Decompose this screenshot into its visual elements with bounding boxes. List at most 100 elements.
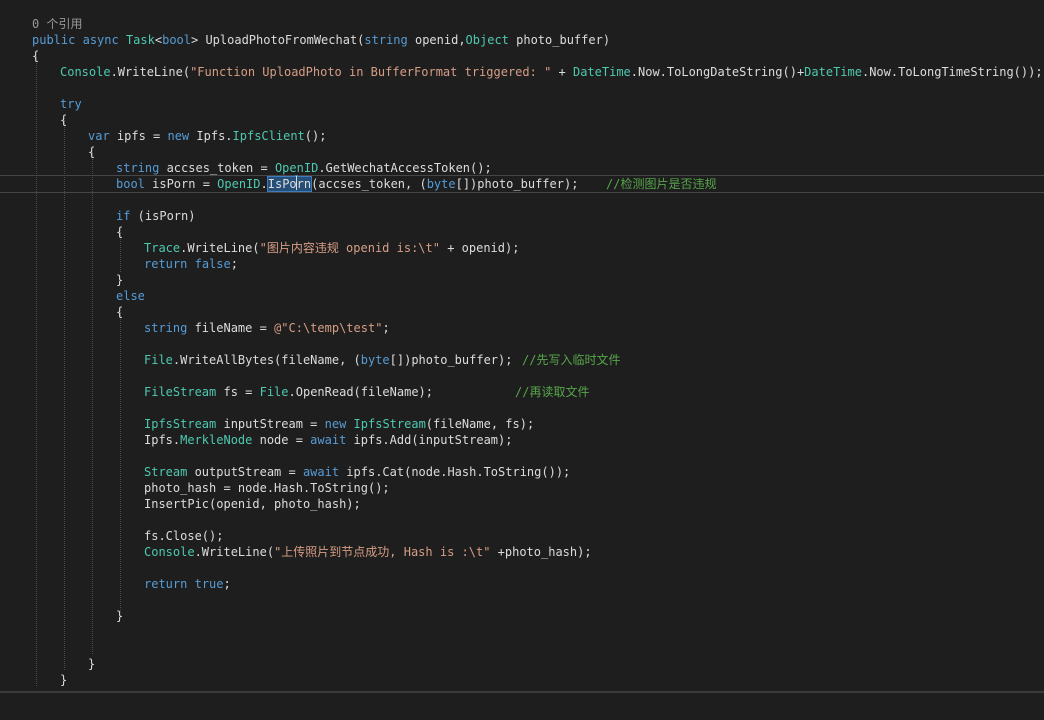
ctor-call: (); — [304, 129, 327, 143]
add-call: ipfs.Add(inputStream); — [346, 433, 513, 447]
type-task: Task — [125, 33, 155, 47]
type-filestream: FileStream — [144, 385, 217, 399]
type-file: File — [259, 385, 289, 399]
code-editor[interactable]: 0 个引用 public async Task<bool> UploadPhot… — [0, 0, 1044, 693]
keyword-string: string — [116, 161, 160, 175]
code-line-else: else — [0, 288, 1044, 304]
code-line-return-false: return false; — [0, 256, 1044, 272]
type-datetime: DateTime — [572, 65, 631, 79]
keyword-return: return — [144, 577, 188, 591]
type-stream: Stream — [144, 465, 188, 479]
brace-open: { — [116, 305, 124, 319]
brace-close: } — [116, 273, 124, 287]
type-openid: OpenID — [217, 177, 261, 191]
writeline-call: .WriteLine( — [110, 65, 191, 79]
keyword-await: await — [310, 433, 347, 447]
code-line-insert-pic: InsertPic(openid, photo_hash); — [0, 496, 1044, 512]
code-line-brace-open: { — [0, 224, 1044, 240]
filename-declaration: string fileName = @"C:\temp\test"; — [144, 320, 390, 336]
type-console: Console — [60, 65, 111, 79]
get-token-call: .GetWechatAccessToken(); — [318, 161, 492, 175]
code-line-access-token: string accses_token = OpenID.GetWechatAc… — [0, 160, 1044, 176]
brace-close: } — [60, 673, 68, 687]
namespace-ipfs: Ipfs. — [144, 433, 181, 447]
code-line-ipfsstream: IpfsStream inputStream = new IpfsStream(… — [0, 416, 1044, 432]
code-line-fs-close: fs.Close(); — [0, 528, 1044, 544]
success-end: +photo_hash); — [490, 545, 592, 559]
return-false-statement: return false; — [144, 256, 238, 272]
keyword-byte: byte — [426, 177, 456, 191]
code-line-isporn-current[interactable]: bool isPorn = OpenID.IsPorn(accses_token… — [0, 175, 1044, 193]
type-openid: OpenID — [274, 161, 319, 175]
ipfs-declaration: var ipfs = new Ipfs.IpfsClient(); — [88, 128, 326, 144]
code-line-brace-close: } — [0, 608, 1044, 624]
writeline-call: .WriteLine( — [180, 241, 260, 255]
type-merklenode: MerkleNode — [180, 433, 253, 447]
outputstream-assign: outputStream = — [187, 465, 303, 479]
code-line-output-stream: Stream outputStream = await ipfs.Cat(nod… — [0, 464, 1044, 480]
code-line-filestream: FileStream fs = File.OpenRead(fileName);… — [0, 384, 1044, 400]
reference-count[interactable]: 0 个引用 — [32, 16, 82, 32]
namespace-ipfs: Ipfs. — [189, 129, 233, 143]
code-line-merkle-node: Ipfs.MerkleNode node = await ipfs.Add(in… — [0, 432, 1044, 448]
writeline-call: .WriteLine( — [194, 545, 275, 559]
code-line-brace-close: } — [0, 672, 1044, 688]
type-ipfsclient: IpfsClient — [232, 129, 305, 143]
date-call: .Now.ToLongDateString()+ — [630, 65, 805, 79]
semicolon: ; — [230, 257, 238, 271]
hash-assignment: photo_hash = node.Hash.ToString(); — [144, 481, 390, 495]
code-line-photo-hash: photo_hash = node.Hash.ToString(); — [0, 480, 1044, 496]
keyword-new: new — [167, 129, 190, 143]
comment-read-file: //再读取文件 — [515, 385, 590, 399]
brace-open: { — [60, 113, 68, 127]
openread-call: .OpenRead(fileName); — [288, 385, 434, 399]
keyword-string: string — [364, 33, 408, 47]
keyword-var: var — [88, 129, 110, 143]
type-trace: Trace — [144, 241, 181, 255]
string-literal: "图片内容违规 openid is:\t" — [259, 241, 440, 255]
stream-declaration: Stream outputStream = await ipfs.Cat(nod… — [144, 464, 570, 480]
keyword-false: false — [194, 257, 231, 271]
isporn-args-end: [])photo_buffer); — [455, 177, 579, 191]
keyword-byte: byte — [360, 353, 390, 367]
code-line-brace-close: } — [0, 272, 1044, 288]
code-line-brace-open: { — [0, 48, 1044, 64]
brace-open: { — [32, 49, 40, 63]
code-line-try: try — [0, 96, 1044, 112]
fs-close-call: fs.Close(); — [144, 529, 224, 543]
write-end: [])photo_buffer); — [389, 353, 513, 367]
string-literal: "Function UploadPhoto in BufferFormat tr… — [190, 65, 552, 79]
highlighted-method-name[interactable]: IsPorn — [266, 176, 313, 192]
string-literal: @"C:\temp\test" — [274, 321, 383, 335]
isporn-args: (accses_token, ( — [311, 177, 427, 191]
code-line-brace-open: { — [0, 112, 1044, 128]
code-line-success-writeline: Console.WriteLine("上传照片到节点成功, Hash is :\… — [0, 544, 1044, 560]
keyword-async: async — [82, 33, 119, 47]
keyword-string: string — [144, 321, 188, 335]
if-condition: (isPorn) — [130, 209, 196, 223]
filename-assign: fileName = — [187, 321, 275, 335]
type-file: File — [144, 353, 173, 367]
keyword-await: await — [302, 465, 340, 479]
code-line-return-true: return true; — [0, 576, 1044, 592]
code-lens-references[interactable]: 0 个引用 — [0, 16, 1044, 32]
keyword-bool: bool — [116, 177, 145, 191]
param-photo-buffer: photo_buffer) — [508, 33, 611, 47]
code-line-brace-open: { — [0, 144, 1044, 160]
ctor-args: (fileName, fs); — [425, 417, 535, 431]
isporn-declaration: bool isPorn = OpenID.IsPorn(accses_token… — [116, 176, 578, 192]
node-assign: node = — [252, 433, 311, 447]
method-name: > UploadPhotoFromWechat( — [191, 33, 365, 47]
write-statement: File.WriteAllBytes(fileName, (byte[])pho… — [144, 352, 512, 368]
code-line-console-writeline: Console.WriteLine("Function UploadPhoto … — [0, 64, 1044, 80]
token-declaration: string accses_token = OpenID.GetWechatAc… — [116, 160, 492, 176]
type-object: Object — [465, 33, 509, 47]
type-ipfsstream: IpfsStream — [144, 417, 217, 431]
time-call: .Now.ToLongTimeString()); — [861, 65, 1043, 79]
keyword-bool: bool — [162, 33, 191, 47]
keyword-new: new — [324, 417, 347, 431]
keyword-public: public — [32, 33, 76, 47]
return-true-statement: return true; — [144, 576, 231, 592]
keyword-true: true — [194, 577, 224, 591]
